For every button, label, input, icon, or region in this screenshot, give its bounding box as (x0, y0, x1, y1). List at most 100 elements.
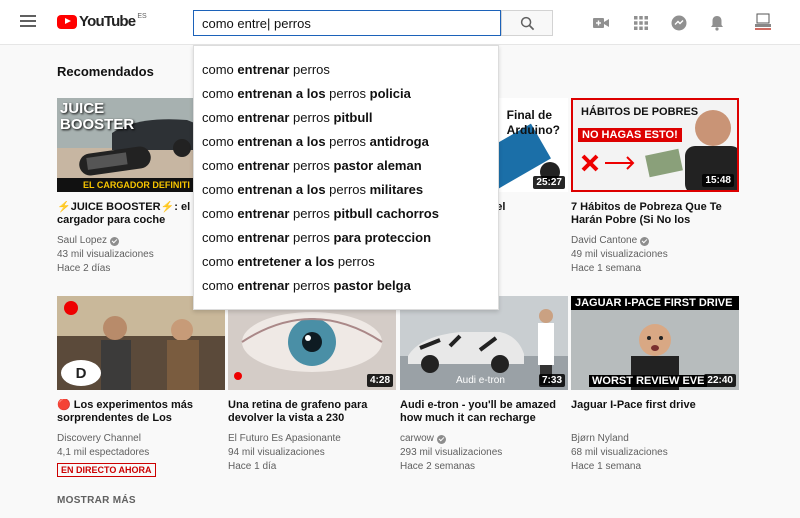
suggestion-text: como (202, 278, 238, 293)
search-icon (520, 16, 534, 30)
thumb-text: NO HAGAS ESTO! (578, 128, 682, 142)
video-title[interactable]: 7 Hábitos de Pobreza Que Te Harán Pobre … (571, 201, 739, 227)
suggestion-item[interactable]: como entrenar perros para proteccion (194, 226, 498, 250)
suggestion-bold-text: entretener a los (237, 254, 335, 269)
suggestion-bold-text: entrenar (237, 230, 290, 245)
video-title[interactable]: Una retina de grafeno para devolver la v… (228, 399, 396, 425)
suggestion-bold-text: para proteccion (333, 230, 432, 245)
discovery-logo-icon: D (61, 360, 101, 386)
messages-icon[interactable] (670, 14, 688, 32)
suggestion-text: perros (334, 254, 375, 269)
verified-icon (110, 236, 120, 246)
video-thumbnail[interactable]: 4:28 (228, 296, 396, 390)
video-duration: 15:48 (702, 174, 734, 187)
thumb-caption: WORST REVIEW EVE (589, 375, 708, 387)
video-age: Hace 1 día (228, 461, 277, 472)
viewer-count: 4,1 mil espectadores (57, 447, 150, 458)
suggestion-bold-text: entrenar (237, 158, 290, 173)
suggestion-text: como (202, 62, 238, 77)
thumb-text: Final de (506, 108, 553, 122)
suggestion-bold-text: entrenan a los (237, 182, 326, 197)
suggestion-item[interactable]: como entrenan a los perros policia (194, 82, 498, 106)
channel-name[interactable]: David Cantone (571, 234, 637, 248)
account-icon[interactable] (752, 12, 774, 32)
suggestion-text: como (202, 254, 238, 269)
verified-icon (640, 236, 650, 246)
suggestion-item[interactable]: como entrenar perros pitbull cachorros (194, 202, 498, 226)
suggestion-bold-text: entrenan a los (237, 86, 326, 101)
video-thumbnail[interactable]: D (57, 296, 225, 390)
video-card[interactable]: JAGUAR I-PACE FIRST DRIVE WORST REVIEW E… (571, 296, 739, 474)
youtube-logo[interactable]: YouTube ES (57, 13, 147, 30)
thumb-text: JAGUAR I-PACE FIRST DRIVE (571, 296, 739, 310)
play-logo-icon (57, 14, 77, 29)
video-thumbnail[interactable]: HÁBITOS DE POBRES NO HAGAS ESTO! 15:48 (571, 98, 739, 192)
suggestion-text: perros (289, 158, 334, 173)
suggestion-text: perros (325, 182, 370, 197)
thumb-text: BOOSTER (60, 116, 135, 133)
video-duration: 7:33 (538, 374, 565, 387)
suggestion-bold-text: pastor aleman (333, 158, 422, 173)
suggestion-bold-text: entrenar (237, 278, 290, 293)
suggestion-text: como (202, 158, 238, 173)
suggestion-item[interactable]: como entretener a los perros (194, 250, 498, 274)
video-duration: 22:40 (704, 374, 736, 387)
video-age: Hace 1 semana (571, 461, 642, 472)
video-title[interactable]: 🔴 Los experimentos más sorprendentes de … (57, 399, 225, 425)
suggestion-item[interactable]: como entrenan a los perros militares (194, 178, 498, 202)
video-age: Hace 1 semana (571, 263, 642, 274)
suggestion-item[interactable]: como entrenar perros pitbull (194, 106, 498, 130)
suggestion-bold-text: pitbull cachorros (333, 206, 439, 221)
suggestion-bold-text: policia (369, 86, 411, 101)
suggestion-text: perros (289, 278, 334, 293)
logo-text: YouTube (79, 13, 136, 30)
video-views: 49 mil visualizaciones (571, 249, 668, 260)
video-camera-icon[interactable] (592, 14, 610, 32)
video-thumbnail[interactable]: Audi e-tron 7:33 (400, 296, 568, 390)
suggestion-bold-text: militares (369, 182, 424, 197)
suggestion-item[interactable]: como entrenar perros (194, 58, 498, 82)
suggestion-text: perros (289, 62, 330, 77)
video-title[interactable]: Jaguar I-Pace first drive (571, 399, 739, 425)
channel-name[interactable]: carwow (400, 432, 434, 446)
video-card[interactable]: Audi e-tron 7:33 Audi e-tron - you'll be… (400, 296, 568, 474)
suggestion-text: perros (325, 86, 370, 101)
video-card[interactable]: D 🔴 Los experimentos más sorprendentes d… (57, 296, 225, 478)
menu-icon[interactable] (20, 15, 36, 27)
suggestion-text: como (202, 134, 238, 149)
video-duration: 4:28 (366, 374, 393, 387)
verified-icon (436, 434, 446, 444)
video-thumbnail[interactable]: JAGUAR I-PACE FIRST DRIVE WORST REVIEW E… (571, 296, 739, 390)
thumb-caption: EL CARGADOR DEFINITI (83, 180, 190, 190)
suggestion-bold-text: entrenan a los (237, 134, 326, 149)
video-title[interactable]: Audi e-tron - you'll be amazed how much … (400, 399, 568, 425)
channel-name[interactable]: Saul Lopez (57, 234, 107, 248)
channel-name[interactable]: Discovery Channel (57, 432, 141, 446)
thumb-text: JUICE (60, 100, 105, 117)
suggestion-item[interactable]: como entrenan a los perros antidroga (194, 130, 498, 154)
video-views: 94 mil visualizaciones (228, 447, 325, 458)
masthead: YouTube ES (0, 0, 800, 45)
suggestion-bold-text: pastor belga (333, 278, 411, 293)
suggestion-item[interactable]: como entrenar perros pastor aleman (194, 154, 498, 178)
video-card[interactable]: 4:28 Una retina de grafeno para devolver… (228, 296, 396, 474)
video-card[interactable]: HÁBITOS DE POBRES NO HAGAS ESTO! 15:48 7… (571, 98, 739, 276)
suggestion-text: perros (289, 230, 334, 245)
search-button[interactable] (501, 10, 553, 36)
channel-name[interactable]: El Futuro Es Apasionante (228, 432, 341, 446)
suggestion-item[interactable]: como entrenar perros pastor belga (194, 274, 498, 298)
suggestion-text: perros (289, 206, 334, 221)
show-more-link[interactable]: MOSTRAR MÁS (57, 495, 136, 506)
suggestion-text: perros (325, 134, 370, 149)
suggestion-text: como (202, 182, 238, 197)
video-duration: 25:27 (533, 176, 565, 189)
video-views: 293 mil visualizaciones (400, 447, 503, 458)
thumb-text: HÁBITOS DE POBRES (581, 106, 699, 118)
apps-grid-icon[interactable] (632, 14, 650, 32)
suggestion-bold-text: pitbull (333, 110, 373, 125)
search-box[interactable] (193, 10, 501, 36)
search-input[interactable] (194, 11, 500, 35)
channel-name[interactable]: Bjørn Nyland (571, 432, 629, 446)
suggestion-bold-text: entrenar (237, 110, 290, 125)
bell-icon[interactable] (708, 14, 726, 32)
